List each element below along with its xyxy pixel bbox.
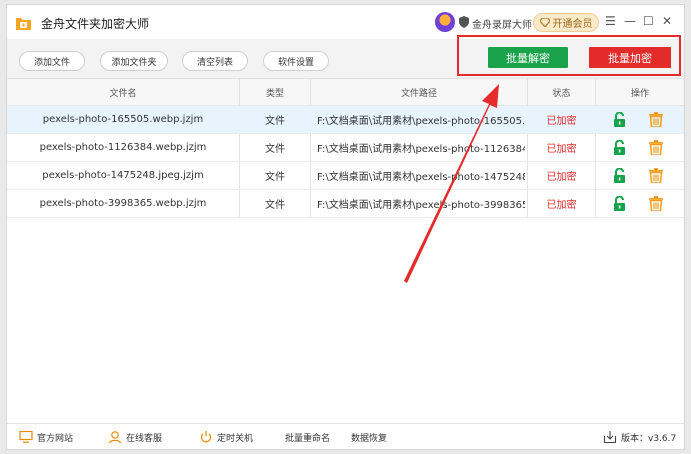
table-header: 文件名 类型 文件路径 状态 操作 (7, 79, 684, 106)
promo-avatar-icon[interactable] (435, 12, 455, 32)
monitor-icon (19, 430, 33, 443)
header-actions[interactable]: 操作 (596, 79, 684, 106)
menu-icon[interactable]: ☰ (605, 14, 616, 28)
cell-type: 文件 (265, 144, 285, 155)
batch-encrypt-button[interactable]: 批量加密 (589, 47, 671, 68)
cell-path: F:\文档桌面\试用素材\pexels-photo-1475248.j... (317, 172, 525, 183)
version-label: 版本：v3.6.7 (621, 433, 677, 444)
unlock-icon[interactable] (613, 196, 627, 211)
support-label: 在线客服 (126, 433, 163, 444)
add-file-button[interactable]: 添加文件 (19, 51, 85, 71)
minimize-icon[interactable]: — (624, 14, 636, 28)
headset-icon (108, 431, 122, 444)
cell-status: 已加密 (546, 172, 577, 183)
power-timer-icon (200, 431, 212, 443)
cell-path: F:\文档桌面\试用素材\pexels-photo-1126384.... (317, 144, 525, 155)
website-link[interactable]: 官方网站 (19, 429, 73, 445)
cell-type: 文件 (265, 116, 285, 127)
table-row[interactable]: pexels-photo-1475248.jpeg.jzjm 文件 F:\文档桌… (7, 162, 684, 190)
trash-icon[interactable] (649, 168, 663, 183)
recovery-label: 数据恢复 (351, 433, 388, 444)
version-info[interactable]: 版本：v3.6.7 (603, 429, 676, 445)
cell-filename: pexels-photo-1126384.webp.jzjm (39, 142, 207, 153)
vip-label: 开通会员 (552, 19, 593, 30)
website-label: 官方网站 (37, 433, 74, 444)
maximize-icon[interactable]: ☐ (643, 14, 654, 28)
add-folder-button[interactable]: 添加文件夹 (100, 51, 168, 71)
status-bar: 官方网站 在线客服 定时关机 批量重命名 数据恢复 版本：v3.6.7 (7, 423, 684, 449)
diamond-icon (539, 18, 550, 27)
folder-lock-logo-icon (16, 18, 31, 30)
settings-button[interactable]: 软件设置 (263, 51, 329, 71)
trash-icon[interactable] (649, 196, 663, 211)
cell-type: 文件 (265, 200, 285, 211)
cell-type: 文件 (265, 172, 285, 183)
cell-status: 已加密 (546, 116, 577, 127)
header-path[interactable]: 文件路径 (311, 79, 527, 106)
rename-link[interactable]: 批量重命名 (285, 429, 330, 445)
app-window: 金舟文件夹加密大师 金舟录屏大师 开通会员 ☰ — ☐ ✕ 添加文件 添加文件夹… (6, 4, 685, 450)
recovery-link[interactable]: 数据恢复 (351, 429, 387, 445)
download-icon (603, 431, 617, 444)
shield-icon (459, 16, 469, 28)
app-title: 金舟文件夹加密大师 (41, 17, 150, 31)
cell-path: F:\文档桌面\试用素材\pexels-photo-3998365.... (317, 200, 525, 211)
shutdown-link[interactable]: 定时关机 (199, 429, 253, 445)
cell-path: F:\文档桌面\试用素材\pexels-photo-165505.w... (317, 116, 525, 127)
cell-status: 已加密 (546, 144, 577, 155)
trash-icon[interactable] (649, 140, 663, 155)
table-row[interactable]: pexels-photo-165505.webp.jzjm 文件 F:\文档桌面… (7, 106, 684, 134)
batch-decrypt-button[interactable]: 批量解密 (488, 47, 568, 68)
cell-filename: pexels-photo-165505.webp.jzjm (42, 114, 204, 125)
cell-filename: pexels-photo-3998365.webp.jzjm (39, 198, 207, 209)
table-row[interactable]: pexels-photo-3998365.webp.jzjm 文件 F:\文档桌… (7, 190, 684, 218)
header-status[interactable]: 状态 (528, 79, 595, 106)
clear-list-button[interactable]: 清空列表 (182, 51, 248, 71)
promo-link[interactable]: 金舟录屏大师 (472, 16, 532, 31)
header-type[interactable]: 类型 (240, 79, 310, 106)
support-link[interactable]: 在线客服 (108, 429, 162, 445)
shutdown-label: 定时关机 (217, 433, 254, 444)
unlock-icon[interactable] (613, 140, 627, 155)
unlock-icon[interactable] (613, 112, 627, 127)
table-row[interactable]: pexels-photo-1126384.webp.jzjm 文件 F:\文档桌… (7, 134, 684, 162)
rename-label: 批量重命名 (285, 433, 331, 444)
unlock-icon[interactable] (613, 168, 627, 183)
cell-status: 已加密 (546, 200, 577, 211)
title-bar: 金舟文件夹加密大师 金舟录屏大师 开通会员 ☰ — ☐ ✕ (7, 5, 684, 39)
vip-button[interactable]: 开通会员 (533, 13, 599, 32)
cell-filename: pexels-photo-1475248.jpeg.jzjm (42, 170, 204, 181)
close-icon[interactable]: ✕ (662, 14, 672, 28)
header-filename[interactable]: 文件名 (7, 79, 239, 106)
trash-icon[interactable] (649, 112, 663, 127)
